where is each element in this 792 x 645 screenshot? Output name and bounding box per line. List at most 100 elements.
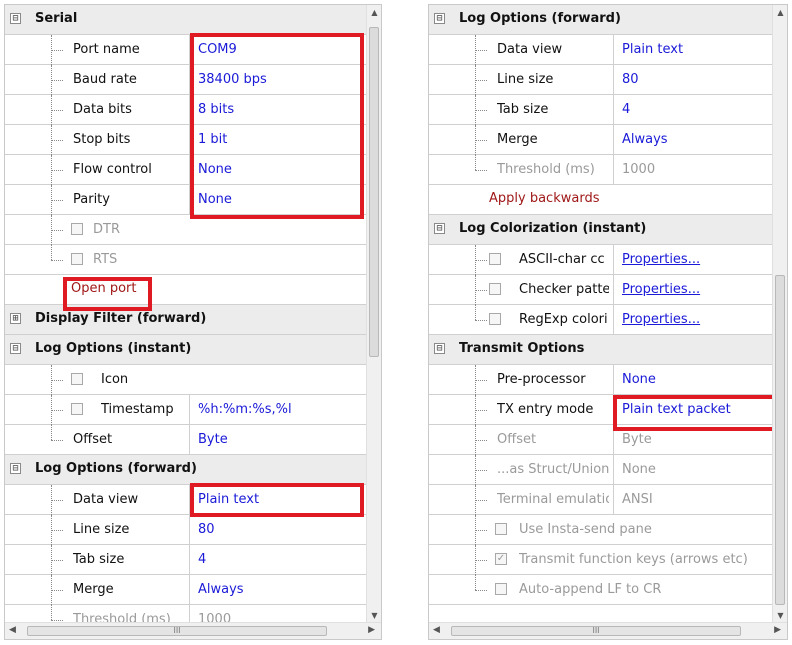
scroll-down-icon[interactable]: ▼ [367, 611, 381, 620]
prop-name: Flow control [73, 162, 152, 177]
prop-data-view[interactable]: Data view Plain text [429, 35, 774, 65]
scroll-thumb[interactable] [369, 27, 379, 357]
prop-name: Baud rate [73, 72, 137, 87]
collapse-icon[interactable]: ⊟ [10, 13, 21, 24]
prop-auto-append[interactable]: Auto-append LF to CR [429, 575, 774, 605]
expand-icon[interactable]: ⊞ [10, 313, 21, 324]
scroll-thumb[interactable]: III [451, 626, 741, 636]
prop-value[interactable]: Byte [189, 425, 368, 454]
prop-pre-processor[interactable]: Pre-processor None [429, 365, 774, 395]
prop-rts[interactable]: RTS [5, 245, 368, 275]
prop-tab-size[interactable]: Tab size 4 [429, 95, 774, 125]
timestamp-checkbox[interactable] [71, 403, 83, 415]
scroll-up-icon[interactable]: ▲ [773, 8, 787, 17]
prop-value[interactable]: ANSI [613, 485, 774, 514]
collapse-icon[interactable]: ⊟ [434, 13, 445, 24]
prop-as-struct[interactable]: ...as Struct/Union None [429, 455, 774, 485]
prop-tab-size[interactable]: Tab size 4 [5, 545, 368, 575]
dtr-checkbox[interactable] [71, 223, 83, 235]
collapse-icon[interactable]: ⊟ [10, 463, 21, 474]
scroll-up-icon[interactable]: ▲ [367, 8, 381, 17]
prop-checker-pattern[interactable]: Checker patte Properties... [429, 275, 774, 305]
prop-line-size[interactable]: Line size 80 [429, 65, 774, 95]
scroll-left-icon[interactable]: ◀ [433, 625, 440, 635]
scroll-down-icon[interactable]: ▼ [773, 611, 787, 620]
prop-timestamp[interactable]: Timestamp %h:%m:%s,%l [5, 395, 368, 425]
insta-send-checkbox[interactable] [495, 523, 507, 535]
collapse-icon[interactable]: ⊟ [434, 223, 445, 234]
auto-append-checkbox[interactable] [495, 583, 507, 595]
rts-label: RTS [93, 252, 118, 267]
prop-ascii-colorization[interactable]: ASCII-char cc Properties... [429, 245, 774, 275]
prop-value[interactable]: %h:%m:%s,%l [189, 395, 368, 424]
prop-name: Data bits [73, 102, 132, 117]
prop-merge[interactable]: Merge Always [5, 575, 368, 605]
regexp-label: RegExp colori [519, 312, 608, 327]
prop-value[interactable]: 4 [189, 545, 368, 574]
scroll-thumb[interactable]: III [27, 626, 327, 636]
prop-value[interactable]: Always [613, 125, 774, 154]
collapse-icon[interactable]: ⊟ [10, 343, 21, 354]
collapse-icon[interactable]: ⊟ [434, 343, 445, 354]
category-transmit-options[interactable]: ⊟ Transmit Options [429, 335, 774, 365]
function-keys-checkbox[interactable]: ✓ [495, 553, 507, 565]
highlight-data-view [190, 483, 364, 517]
prop-name: Offset [497, 432, 537, 447]
prop-name: Stop bits [73, 132, 131, 147]
prop-name: TX entry mode [497, 402, 594, 417]
prop-value[interactable]: None [613, 455, 774, 484]
prop-dtr[interactable]: DTR [5, 215, 368, 245]
prop-icon[interactable]: Icon [5, 365, 368, 395]
prop-name: Pre-processor [497, 372, 586, 387]
prop-value[interactable]: None [613, 365, 774, 394]
category-serial[interactable]: ⊟ Serial [5, 5, 368, 35]
horizontal-scrollbar[interactable]: ◀ III ▶ [429, 622, 787, 639]
ascii-checkbox[interactable] [489, 253, 501, 265]
prop-line-size[interactable]: Line size 80 [5, 515, 368, 545]
prop-value[interactable]: 80 [613, 65, 774, 94]
prop-name: Data view [73, 492, 139, 507]
icon-checkbox[interactable] [71, 373, 83, 385]
category-log-options-forward[interactable]: ⊟ Log Options (forward) [429, 5, 774, 35]
category-label: Transmit Options [459, 341, 585, 356]
prop-terminal-emulation[interactable]: Terminal emulatio ANSI [429, 485, 774, 515]
horizontal-scrollbar[interactable]: ◀ III ▶ [5, 622, 381, 639]
prop-regexp-colorization[interactable]: RegExp colori Properties... [429, 305, 774, 335]
category-display-filter[interactable]: ⊞ Display Filter (forward) [5, 305, 368, 335]
prop-merge[interactable]: Merge Always [429, 125, 774, 155]
vertical-scrollbar[interactable]: ▲ ▼ [366, 5, 381, 623]
properties-link[interactable]: Properties... [613, 275, 774, 304]
prop-value[interactable]: 4 [613, 95, 774, 124]
checker-checkbox[interactable] [489, 283, 501, 295]
vertical-scrollbar[interactable]: ▲ ▼ [772, 5, 787, 623]
prop-offset[interactable]: Offset Byte [5, 425, 368, 455]
prop-value[interactable]: 80 [189, 515, 368, 544]
highlight-serial-settings [190, 33, 364, 219]
properties-link[interactable]: Properties... [613, 245, 774, 274]
prop-value[interactable]: Always [189, 575, 368, 604]
scroll-right-icon[interactable]: ▶ [774, 625, 781, 635]
apply-backwards-link[interactable]: Apply backwards [489, 191, 599, 206]
prop-name: Port name [73, 42, 140, 57]
scroll-right-icon[interactable]: ▶ [368, 625, 375, 635]
prop-threshold[interactable]: Threshold (ms) 1000 [429, 155, 774, 185]
prop-name: Tab size [73, 552, 125, 567]
category-log-options-forward[interactable]: ⊟ Log Options (forward) [5, 455, 368, 485]
scroll-thumb[interactable] [775, 275, 785, 605]
prop-function-keys[interactable]: ✓ Transmit function keys (arrows etc) [429, 545, 774, 575]
prop-value[interactable]: Plain text [613, 35, 774, 64]
checker-label: Checker patte [519, 282, 609, 297]
ascii-label: ASCII-char cc [519, 252, 605, 267]
category-log-options-instant[interactable]: ⊟ Log Options (instant) [5, 335, 368, 365]
apply-backwards-row: Apply backwards [429, 185, 774, 215]
prop-insta-send[interactable]: Use Insta-send pane [429, 515, 774, 545]
scroll-left-icon[interactable]: ◀ [9, 625, 16, 635]
auto-append-label: Auto-append LF to CR [519, 582, 662, 597]
prop-name: Threshold (ms) [497, 162, 595, 177]
right-property-grid: ⊟ Log Options (forward) Data view Plain … [428, 4, 788, 640]
category-log-colorization[interactable]: ⊟ Log Colorization (instant) [429, 215, 774, 245]
properties-link[interactable]: Properties... [613, 305, 774, 334]
regexp-checkbox[interactable] [489, 313, 501, 325]
prop-value[interactable]: 1000 [613, 155, 774, 184]
rts-checkbox[interactable] [71, 253, 83, 265]
